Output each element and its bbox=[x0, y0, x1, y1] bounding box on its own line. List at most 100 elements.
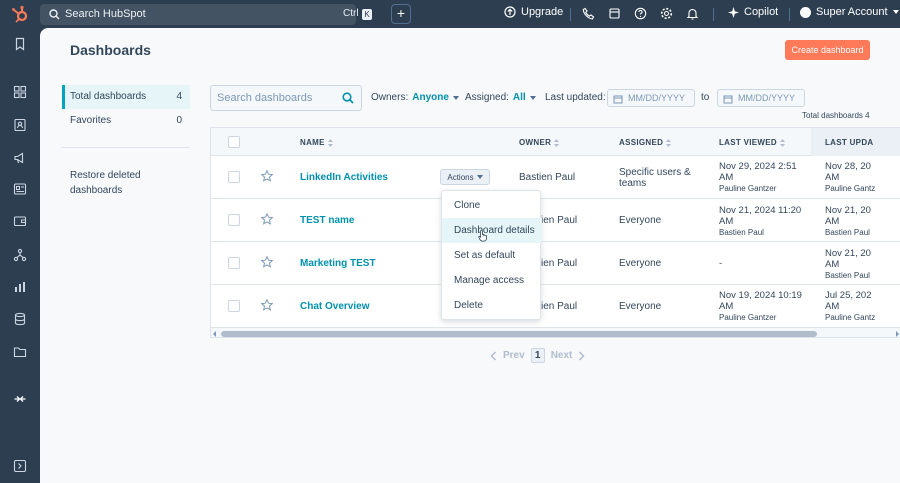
last-viewed-date: Nov 19, 2024 10:19 AM bbox=[719, 290, 802, 312]
notifications-bell-icon[interactable] bbox=[686, 7, 700, 21]
last-updated-cell: Nov 21, 20 AM Bastien Paul bbox=[825, 248, 871, 280]
sidebar-item-total-dashboards[interactable]: Total dashboards 4 bbox=[62, 85, 190, 109]
hubspot-logo-icon[interactable] bbox=[10, 5, 30, 23]
sidebar-divider bbox=[62, 147, 190, 148]
create-dashboard-button[interactable]: Create dashboard bbox=[785, 40, 870, 60]
main-content: Dashboards Create dashboard Total dashbo… bbox=[40, 28, 900, 483]
workspaces-grid-icon[interactable] bbox=[13, 85, 27, 99]
calendar-icon bbox=[723, 94, 733, 104]
last-updated-date: Nov 21, 20 bbox=[825, 205, 871, 216]
table-row[interactable]: Chat Overview ien Paul Everyone Nov 19, … bbox=[211, 285, 900, 328]
column-header-owner[interactable]: OWNER bbox=[519, 138, 560, 147]
last-updated-cell: Jul 25, 202 AM Pauline Gantz bbox=[825, 290, 876, 322]
chevron-down-icon bbox=[529, 95, 536, 100]
column-header-label: OWNER bbox=[519, 138, 552, 147]
menu-item-set-as-default[interactable]: Set as default bbox=[442, 243, 542, 268]
date-to-field[interactable]: MM/DD/YYYY bbox=[717, 89, 805, 107]
owner-cell: ien Paul bbox=[541, 215, 578, 226]
dashboard-name-link[interactable]: TEST name bbox=[300, 215, 354, 226]
column-header-name[interactable]: NAME bbox=[300, 138, 333, 147]
top-navigation-bar: Search HubSpot Ctrl K + Upgrade Copilot … bbox=[0, 0, 900, 28]
connect-arrows-icon[interactable] bbox=[13, 392, 27, 406]
prev-page-button[interactable]: Prev bbox=[503, 350, 525, 361]
menu-item-manage-access[interactable]: Manage access bbox=[442, 268, 542, 293]
favorite-star-icon[interactable] bbox=[261, 256, 273, 268]
table-row[interactable]: LinkedIn Activities Actions Bastien Paul… bbox=[211, 156, 900, 199]
row-checkbox[interactable] bbox=[228, 257, 240, 269]
horizontal-scrollbar[interactable] bbox=[211, 328, 900, 337]
search-icon[interactable] bbox=[342, 92, 354, 104]
total-dashboards-count: Total dashboards 4 bbox=[802, 111, 870, 120]
row-checkbox[interactable] bbox=[228, 214, 240, 226]
copilot-button[interactable]: Copilot bbox=[728, 6, 778, 18]
account-name: Super Account bbox=[816, 6, 888, 18]
settings-gear-icon[interactable] bbox=[660, 7, 674, 21]
owners-filter[interactable]: Owners: Anyone bbox=[371, 92, 459, 103]
account-menu[interactable]: Super Account bbox=[800, 6, 899, 18]
assigned-filter[interactable]: Assigned: All bbox=[465, 92, 536, 103]
data-management-database-icon[interactable] bbox=[13, 312, 27, 326]
topbar-divider bbox=[713, 8, 714, 21]
restore-deleted-dashboards-link[interactable]: Restore deleted dashboards bbox=[70, 168, 180, 198]
actions-dropdown-button[interactable]: Actions bbox=[440, 169, 490, 185]
page-number-current[interactable]: 1 bbox=[530, 348, 545, 363]
expand-sidebar-icon[interactable] bbox=[13, 459, 27, 473]
date-from-field[interactable]: MM/DD/YYYY bbox=[607, 89, 695, 107]
chevron-right-icon[interactable] bbox=[578, 350, 585, 361]
upgrade-button[interactable]: Upgrade bbox=[504, 6, 563, 18]
assigned-cell: Specific users & teams bbox=[619, 167, 691, 189]
dashboard-name-link[interactable]: Marketing TEST bbox=[300, 258, 376, 269]
marketing-megaphone-icon[interactable] bbox=[13, 151, 27, 165]
column-header-assigned[interactable]: ASSIGNED bbox=[619, 138, 672, 147]
chevron-left-icon[interactable] bbox=[490, 350, 497, 361]
create-new-button[interactable]: + bbox=[391, 4, 411, 24]
last-updated-user: Pauline Gantz bbox=[825, 184, 876, 193]
phone-icon[interactable] bbox=[582, 7, 596, 21]
favorite-star-icon[interactable] bbox=[261, 299, 273, 311]
content-icon[interactable] bbox=[13, 182, 27, 196]
column-header-label: LAST UPDA bbox=[825, 138, 874, 147]
shortcut-key: K bbox=[362, 9, 372, 20]
bookmark-icon[interactable] bbox=[13, 37, 27, 51]
commerce-wallet-icon[interactable] bbox=[13, 214, 27, 228]
sparkle-icon bbox=[728, 6, 739, 18]
menu-item-delete[interactable]: Delete bbox=[442, 293, 542, 318]
avatar bbox=[800, 6, 811, 18]
favorite-star-icon[interactable] bbox=[261, 170, 273, 182]
topbar-divider bbox=[789, 8, 790, 21]
last-viewed-user: Pauline Gantzer bbox=[719, 313, 777, 322]
row-checkbox[interactable] bbox=[228, 300, 240, 312]
library-folder-icon[interactable] bbox=[13, 345, 27, 359]
scroll-right-arrow-icon[interactable] bbox=[896, 331, 899, 337]
help-icon[interactable] bbox=[634, 7, 648, 21]
last-viewed-cell: Nov 21, 2024 11:20 AM Bastien Paul bbox=[719, 205, 809, 238]
dashboard-name-link[interactable]: Chat Overview bbox=[300, 301, 369, 312]
contacts-icon[interactable] bbox=[13, 118, 27, 132]
last-updated-date: Nov 21, 20 bbox=[825, 248, 871, 259]
scroll-left-arrow-icon[interactable] bbox=[213, 331, 216, 337]
owner-cell: Bastien Paul bbox=[519, 172, 576, 183]
row-checkbox[interactable] bbox=[228, 171, 240, 183]
column-header-last-viewed[interactable]: LAST VIEWED bbox=[719, 138, 785, 147]
marketplace-icon[interactable] bbox=[608, 7, 622, 21]
reporting-bar-chart-icon[interactable] bbox=[13, 280, 27, 294]
search-dashboards-field[interactable] bbox=[210, 85, 362, 111]
automation-icon[interactable] bbox=[13, 248, 27, 262]
last-updated-date: Nov 28, 20 bbox=[825, 161, 871, 172]
next-page-button[interactable]: Next bbox=[551, 350, 573, 361]
last-viewed-date: Nov 21, 2024 11:20 AM bbox=[719, 205, 802, 227]
column-header-last-updated[interactable]: LAST UPDA bbox=[825, 138, 873, 147]
select-all-checkbox[interactable] bbox=[228, 136, 240, 148]
dashboard-name-link[interactable]: LinkedIn Activities bbox=[300, 172, 388, 183]
sidebar-item-favorites[interactable]: Favorites 0 bbox=[62, 109, 190, 133]
global-search-bar[interactable]: Search HubSpot Ctrl bbox=[40, 4, 359, 25]
scrollbar-thumb[interactable] bbox=[221, 331, 817, 337]
assigned-filter-label: Assigned: bbox=[465, 92, 509, 103]
table-row[interactable]: TEST name ien Paul Everyone Nov 21, 2024… bbox=[211, 199, 900, 242]
table-row[interactable]: Marketing TEST ien Paul Everyone - Nov 2… bbox=[211, 242, 900, 285]
favorite-star-icon[interactable] bbox=[261, 213, 273, 225]
last-viewed-user: Bastien Paul bbox=[719, 228, 764, 237]
search-dashboards-input[interactable] bbox=[211, 86, 331, 110]
menu-item-dashboard-details[interactable]: Dashboard details bbox=[442, 218, 542, 243]
menu-item-clone[interactable]: Clone bbox=[442, 193, 542, 218]
